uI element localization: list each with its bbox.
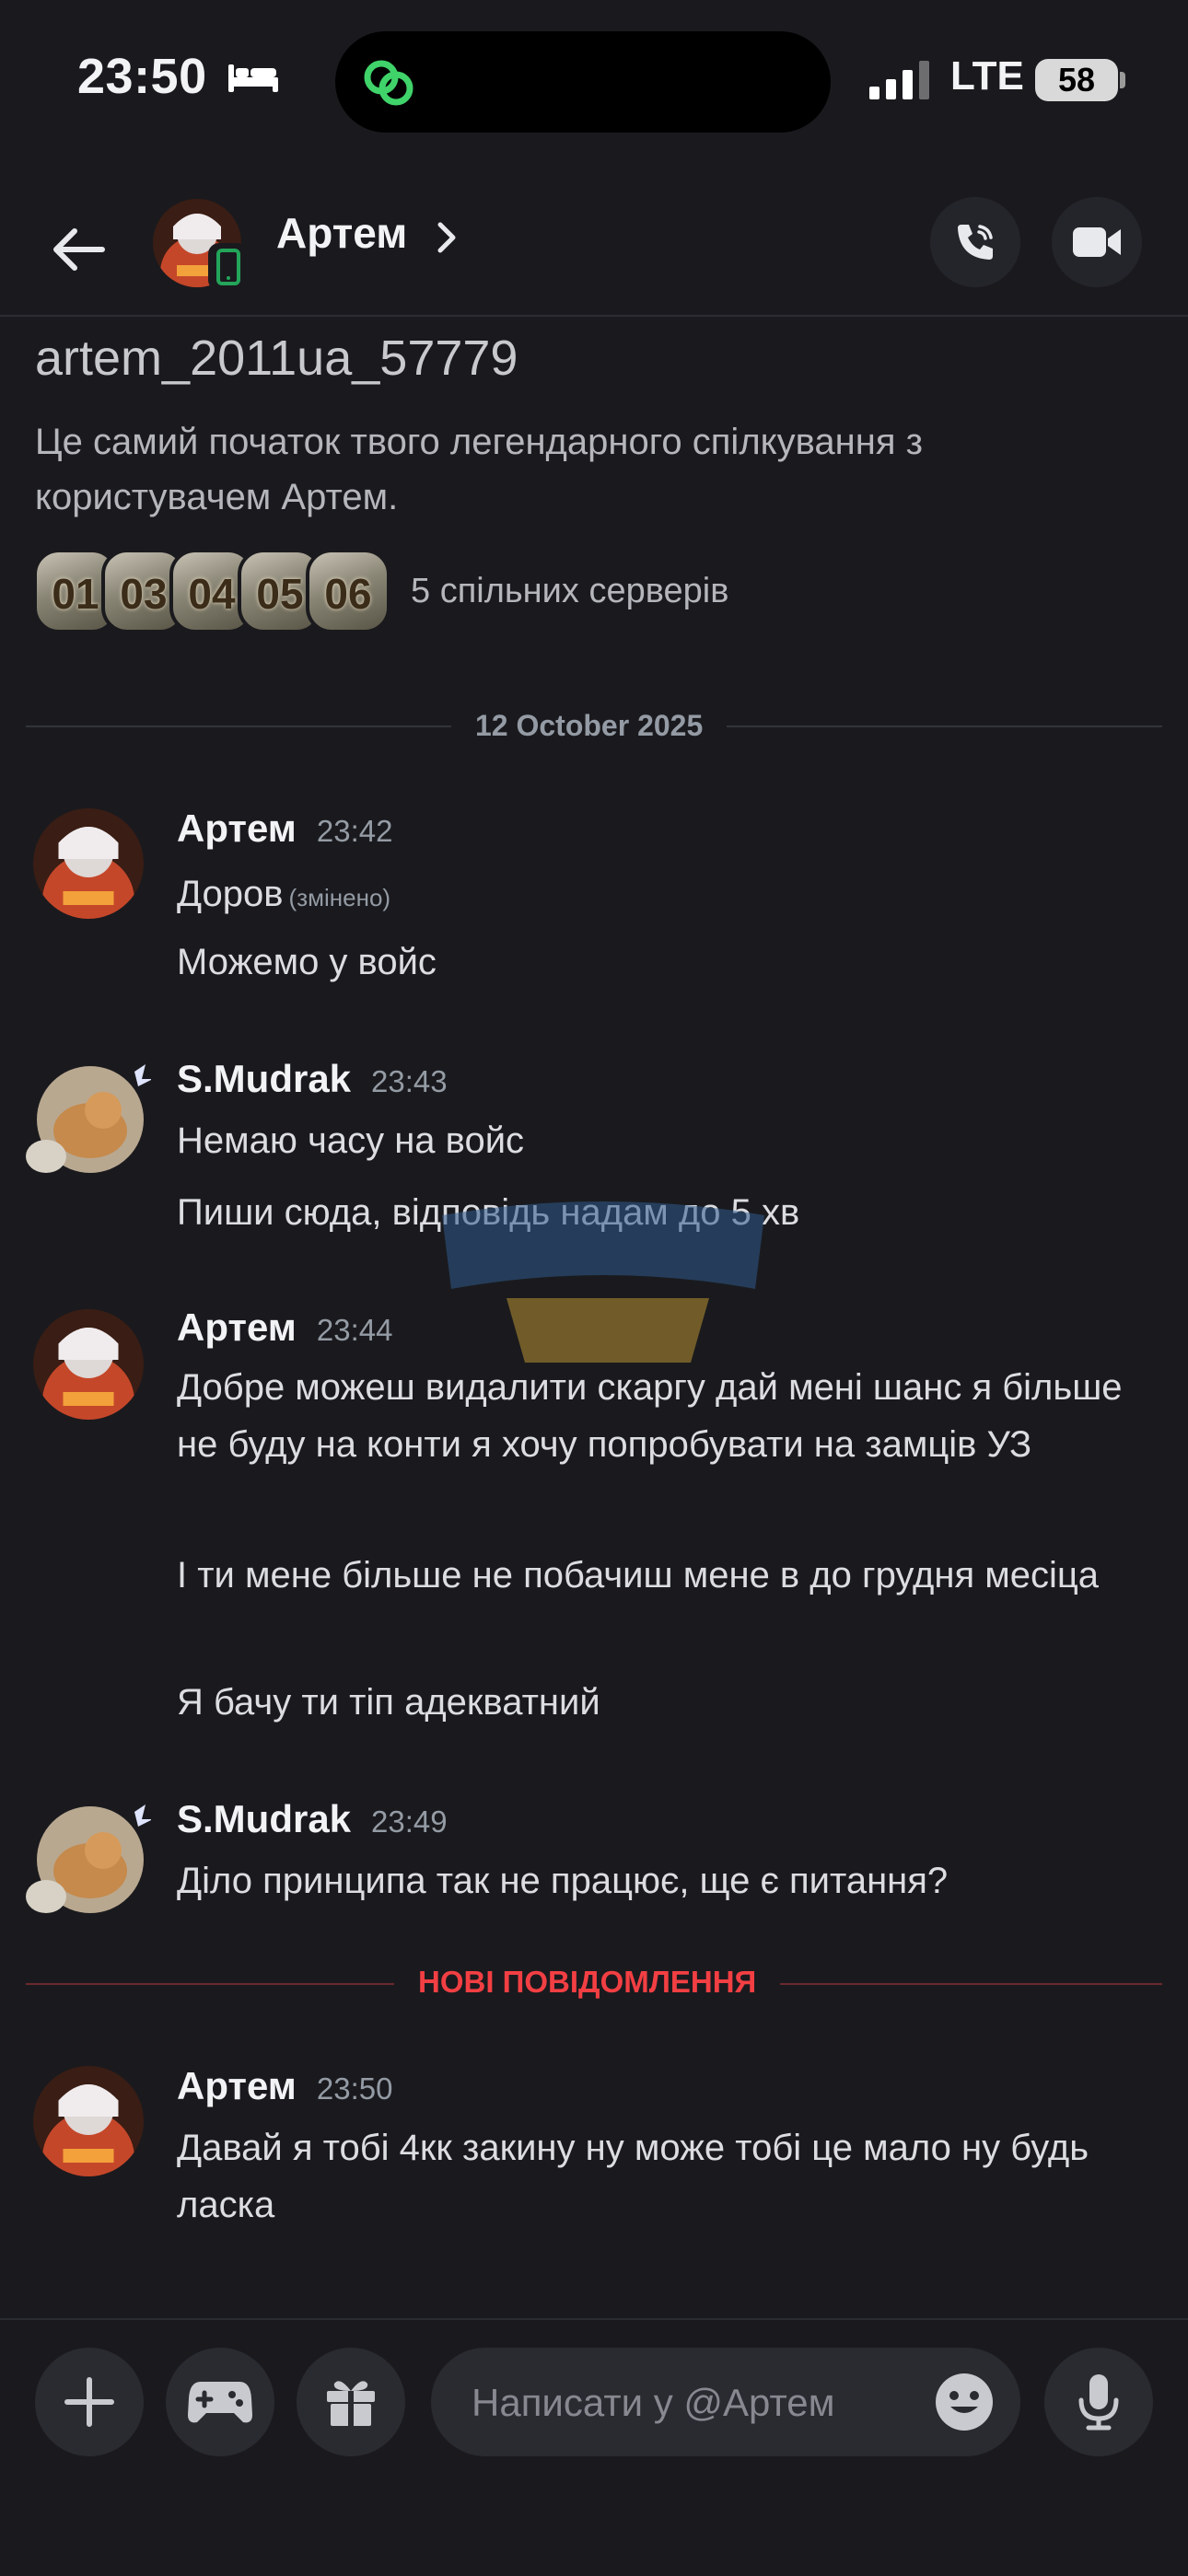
message-timestamp: 23:44: [316, 1313, 393, 1347]
voice-call-button[interactable]: [930, 197, 1020, 287]
gift-button[interactable]: [297, 2348, 405, 2456]
network-type: LTE: [950, 53, 1024, 99]
edited-label: (змінено): [288, 884, 391, 911]
message-text[interactable]: Доров (змінено): [177, 865, 1153, 926]
message-text[interactable]: Добре можеш видалити скаргу дай мені шан…: [177, 1359, 1153, 1473]
message-author[interactable]: S.Mudrak 23:49: [177, 1797, 448, 1841]
mobile-status-icon: [208, 243, 249, 291]
avatar[interactable]: [33, 808, 144, 919]
message-text[interactable]: Можемо у войс: [177, 934, 1153, 991]
date-divider: 12 October 2025: [451, 709, 728, 743]
chevron-right-icon[interactable]: [433, 217, 460, 258]
profile-username: artem_2011ua_57779: [35, 331, 518, 386]
watermark-logo: [442, 1201, 764, 1363]
avatar[interactable]: [33, 1309, 144, 1420]
gift-icon: [327, 2381, 375, 2426]
emoji-icon[interactable]: [934, 2372, 995, 2432]
new-messages-divider: НОВІ ПОВІДОМЛЕННЯ: [394, 1965, 781, 2000]
message-text[interactable]: Немаю часу на войс: [177, 1112, 1153, 1169]
gamepad-icon: [188, 2382, 252, 2423]
message-author[interactable]: S.Mudrak 23:43: [177, 1057, 448, 1101]
message-author[interactable]: Артем 23:42: [177, 806, 392, 851]
microphone-icon: [1078, 2374, 1119, 2431]
message-input-placeholder: Написати у @Артем: [472, 2381, 835, 2424]
message-text[interactable]: Діло принципа так не працює, ще є питанн…: [177, 1852, 1153, 1909]
status-time: 23:50: [77, 49, 207, 104]
message-text[interactable]: І ти мене більше не побачиш мене в до гр…: [177, 1547, 1153, 1604]
voice-message-button[interactable]: [1044, 2348, 1153, 2456]
avatar[interactable]: [33, 2066, 144, 2176]
message-author[interactable]: Артем 23:50: [177, 2064, 392, 2108]
battery-indicator: 58: [1035, 59, 1118, 101]
avatar[interactable]: [24, 1799, 151, 1919]
video-call-button[interactable]: [1052, 197, 1142, 287]
message-timestamp: 23:50: [316, 2071, 393, 2106]
message-timestamp: 23:49: [371, 1804, 448, 1839]
avatar-artwork: [33, 808, 144, 919]
header-username[interactable]: Артем: [276, 208, 407, 258]
battery-tip: [1120, 72, 1125, 88]
link-activity-icon: [364, 60, 413, 106]
attach-button[interactable]: [35, 2348, 144, 2456]
avatar-artwork: [26, 1064, 151, 1173]
avatar[interactable]: [24, 1059, 151, 1178]
message-timestamp: 23:43: [371, 1064, 448, 1098]
video-camera-icon: [1073, 227, 1121, 257]
conversation-intro: Це самий початок твого легендарного спіл…: [35, 422, 923, 517]
message-text[interactable]: Давай я тобі 4кк закину ну може тобі це …: [177, 2119, 1153, 2234]
signal-icon: [869, 61, 929, 99]
message-composer: Написати у @Артем: [0, 2318, 1188, 2576]
message-timestamp: 23:42: [316, 814, 393, 848]
phone-icon: [958, 225, 993, 260]
avatar-artwork: [33, 1309, 144, 1420]
back-arrow-icon: [53, 228, 105, 271]
message-author[interactable]: Артем 23:44: [177, 1305, 392, 1350]
mutual-servers[interactable]: 01 03 04 05 06 5 спільних серверів: [33, 549, 728, 633]
bed-icon: [228, 64, 278, 92]
message-input[interactable]: Написати у @Артем: [431, 2348, 1020, 2456]
message-text[interactable]: Я бачу ти тіп адекватний: [177, 1674, 1153, 1731]
server-icon[interactable]: 06: [306, 549, 390, 633]
status-bar: 23:50 LTE 58: [0, 0, 1188, 166]
chat-header: Артем: [0, 184, 1188, 317]
plus-icon: [64, 2377, 114, 2427]
avatar-artwork: [33, 2066, 144, 2176]
back-button[interactable]: [37, 208, 120, 291]
dynamic-island: [335, 31, 831, 133]
avatar-artwork: [26, 1804, 151, 1913]
activities-button[interactable]: [166, 2348, 274, 2456]
mutual-servers-label[interactable]: 5 спільних серверів: [411, 572, 728, 611]
